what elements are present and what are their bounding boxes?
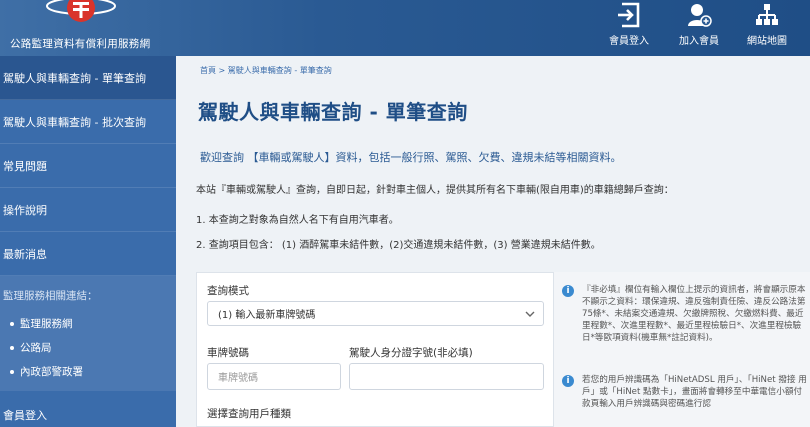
plate-number-input[interactable]: 車牌號碼 [207, 363, 341, 390]
plate-number-label: 車牌號碼 [207, 347, 249, 359]
info-note-optional-fields: i 『非必填』欄位有輸入欄位上提示的資訊者，將會顯示原本不顯示之資料：環保違規、… [562, 284, 807, 344]
link-mvdis[interactable]: 監理服務網 [10, 316, 73, 331]
info-icon: i [562, 285, 574, 297]
sidebar-item-login[interactable]: 會員登入 [0, 403, 176, 427]
sitemap-nav-button[interactable]: 網站地圖 [736, 0, 798, 56]
sidebar-item-label: 常見問題 [3, 159, 47, 173]
bullet-icon [10, 346, 14, 350]
sidebar-item-label: 操作說明 [3, 203, 47, 217]
sidebar-item-faq[interactable]: 常見問題 [0, 144, 176, 188]
driver-id-input[interactable] [349, 363, 544, 390]
info-note-hinet: i 若您的用戶辨識碼為「HiNetADSL 用戶」、「HiNet 撥接 用戶」或… [562, 374, 807, 410]
register-nav-button[interactable]: 加入會員 [668, 0, 730, 56]
sidebar-item-label: 駕駛人與車輛查詢 - 批次查詢 [3, 115, 146, 129]
login-nav-button[interactable]: 會員登入 [598, 0, 660, 56]
site-name[interactable]: 公路監理資料有償利用服務網 [10, 36, 150, 51]
user-type-label: 選擇查詢用戶種類 [207, 408, 291, 420]
rule-item-1: 1. 本查詢之對象為自然人名下有自用汽車者。 [196, 215, 399, 226]
breadcrumb[interactable]: 首頁 > 駕駛人與車輛查詢 - 單筆查詢 [200, 65, 332, 76]
logo-icon[interactable] [44, 0, 118, 26]
register-nav-label: 加入會員 [679, 36, 719, 47]
link-highway-bureau[interactable]: 公路局 [10, 340, 52, 355]
bullet-icon [10, 322, 14, 326]
sidebar-item-label: 最新消息 [3, 247, 47, 261]
sidebar-item-single-query[interactable]: 駕駛人與車輛查詢 - 單筆查詢 [0, 56, 176, 100]
welcome-text: 歡迎查詢 【車輛或駕駛人】資料，包括一般行照、駕照、欠費、違規未結等相關資料。 [200, 151, 622, 164]
sidebar-item-news[interactable]: 最新消息 [0, 232, 176, 276]
sidebar: 駕駛人與車輛查詢 - 單筆查詢 駕駛人與車輛查詢 - 批次查詢 常見問題 操作說… [0, 56, 176, 427]
rule-item-2: 2. 查詢項目包含： (1) 酒醉駕車未結件數，(2)交通違規未結件數，(3) … [196, 240, 601, 251]
sidebar-item-instructions[interactable]: 操作說明 [0, 188, 176, 232]
link-police-agency[interactable]: 內政部警政署 [10, 364, 83, 379]
driver-id-label: 駕駛人身分證字號(非必填) [349, 347, 473, 359]
site-header: 公路監理資料有償利用服務網 會員登入 加入會員 網站地圖 [0, 0, 810, 56]
bullet-icon [10, 370, 14, 374]
intro-paragraph: 本站『車輛或駕駛人』查詢，自即日起，針對車主個人，提供其所有名下車輛(限自用車)… [196, 185, 674, 196]
sidebar-item-label: 駕駛人與車輛查詢 - 單筆查詢 [3, 71, 146, 85]
info-icon: i [562, 375, 574, 387]
sidebar-item-batch-query[interactable]: 駕駛人與車輛查詢 - 批次查詢 [0, 100, 176, 144]
add-user-icon [688, 4, 712, 27]
sitemap-nav-label: 網站地圖 [747, 36, 787, 47]
query-form: 查詢模式 (1) 輸入最新車牌號碼 車牌號碼 駕駛人身分證字號(非必填) 車牌號… [196, 272, 554, 427]
related-links-section: 監理服務相關連結： 監理服務網 公路局 內政部警政署 [0, 276, 176, 391]
query-mode-select[interactable]: (1) 輸入最新車牌號碼 [207, 301, 544, 326]
related-links-title: 監理服務相關連結： [3, 290, 98, 302]
sidebar-item-label: 會員登入 [3, 409, 47, 422]
info-panel: i 『非必填』欄位有輸入欄位上提示的資訊者，將會顯示原本不顯示之資料：環保違規、… [554, 272, 810, 427]
query-mode-value: (1) 輸入最新車牌號碼 [218, 310, 316, 321]
login-nav-label: 會員登入 [609, 36, 649, 47]
chevron-down-icon [525, 311, 535, 317]
plate-number-placeholder: 車牌號碼 [218, 373, 258, 384]
page-title: 駕駛人與車輛查詢 - 單筆查詢 [198, 100, 468, 124]
sitemap-icon [756, 4, 778, 25]
login-icon [618, 2, 640, 28]
query-mode-label: 查詢模式 [207, 285, 249, 297]
